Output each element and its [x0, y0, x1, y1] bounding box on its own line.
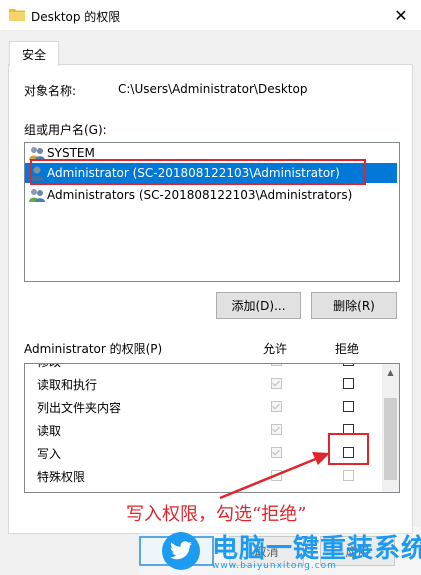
annotation-text: 写入权限，勾选“拒绝” [126, 504, 307, 525]
perm-row-modify: 修改 [25, 364, 382, 372]
watermark-url: www.baiyunxitong.com [212, 561, 337, 571]
scroll-thumb[interactable] [384, 398, 397, 480]
tab-security[interactable]: 安全 [9, 41, 59, 66]
remove-button[interactable]: 删除(R) [311, 292, 397, 319]
title-bar: Desktop 的权限 ✕ [0, 0, 421, 30]
allow-checkbox-modify [271, 364, 282, 366]
allow-checkbox-read-execute [271, 378, 282, 389]
tab-label: 安全 [21, 47, 46, 62]
perm-row-read-execute: 读取和执行 [25, 372, 382, 395]
folder-icon [9, 9, 25, 21]
perm-name: 读取 [37, 424, 62, 438]
deny-checkbox-list-folder[interactable] [343, 401, 354, 412]
close-icon: ✕ [394, 5, 408, 25]
add-button[interactable]: 添加(D)... [216, 292, 301, 319]
allow-checkbox-read [271, 424, 282, 435]
highlight-box-deny-write [328, 433, 369, 465]
deny-checkbox-special [343, 470, 354, 481]
list-item-label: Administrators (SC-201808122103\Administ… [47, 188, 353, 202]
list-item-label: SYSTEM [47, 146, 95, 160]
perm-row-list-folder: 列出文件夹内容 [25, 395, 382, 418]
allow-column-header: 允许 [263, 342, 288, 356]
perm-row-special: 特殊权限 [25, 464, 382, 487]
allow-checkbox-write [271, 447, 282, 458]
object-name-value: C:\Users\Administrator\Desktop [118, 82, 308, 96]
permissions-label: Administrator 的权限(P) [24, 342, 163, 356]
deny-column-header: 拒绝 [335, 342, 360, 356]
permissions-scrollbar[interactable]: ▲ [382, 364, 399, 492]
highlight-box-administrator [30, 159, 366, 185]
scroll-up-icon[interactable]: ▲ [382, 364, 399, 381]
remove-button-label: 删除(R) [333, 299, 375, 313]
close-button[interactable]: ✕ [381, 0, 421, 30]
allow-checkbox-list-folder [271, 401, 282, 412]
permissions-list[interactable]: 修改 读取和执行 列出文件夹内容 读取 写入 特殊权限 ▲ [24, 363, 400, 493]
deny-checkbox-read-execute[interactable] [343, 378, 354, 389]
add-button-label: 添加(D)... [231, 299, 286, 313]
twitter-bird-icon [162, 532, 200, 570]
groups-label: 组或用户名(G): [24, 123, 107, 137]
perm-name: 列出文件夹内容 [37, 401, 122, 415]
perm-name: 读取和执行 [37, 378, 98, 392]
list-item-administrators[interactable]: Administrators (SC-201808122103\Administ… [25, 185, 397, 205]
perm-name: 特殊权限 [37, 470, 86, 484]
perm-name: 修改 [37, 364, 61, 370]
window-title: Desktop 的权限 [31, 10, 121, 24]
object-name-label: 对象名称: [24, 84, 77, 98]
allow-checkbox-special [271, 470, 282, 481]
deny-checkbox-modify[interactable] [343, 364, 354, 366]
watermark-title: 电脑一键重装系统 [212, 534, 421, 564]
perm-name: 写入 [37, 447, 62, 461]
users-group-icon [29, 189, 45, 202]
